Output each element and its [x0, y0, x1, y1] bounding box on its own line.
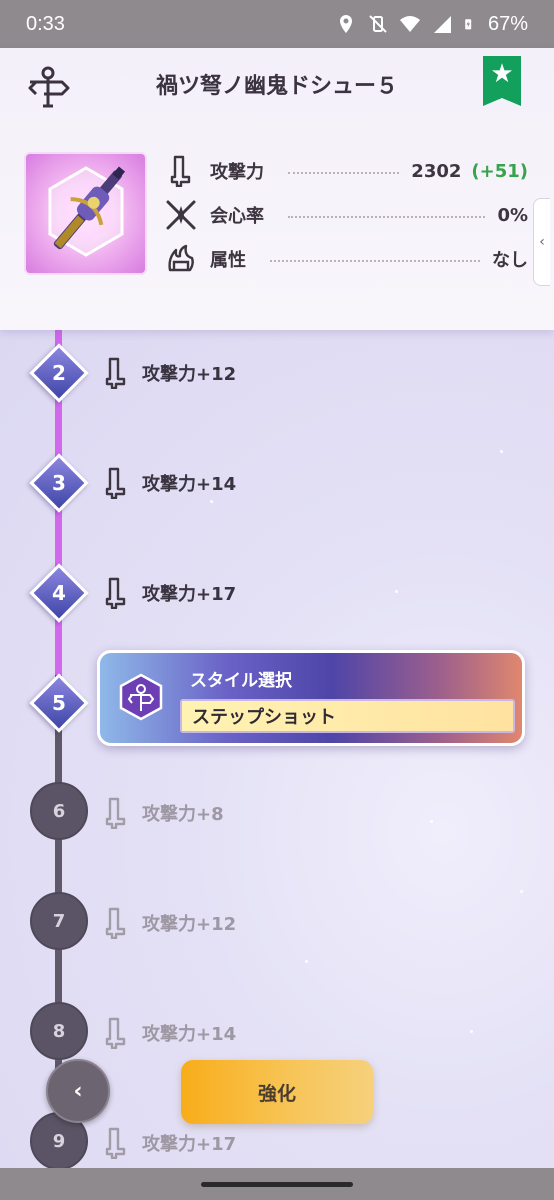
reward-label: 攻撃力+17: [142, 1134, 237, 1155]
signal-icon: [433, 16, 451, 33]
tree-reward: 攻撃力+12: [104, 355, 236, 391]
chevron-left-icon: ‹: [539, 234, 545, 250]
stat-label: 属性: [210, 250, 246, 271]
level-number: 2: [52, 361, 66, 385]
status-icons: 67%: [336, 13, 528, 36]
tree-reward: 攻撃力+12: [104, 905, 236, 941]
reward-label: 攻撃力+14: [142, 1024, 237, 1045]
wifi-icon: [399, 16, 420, 32]
reward-label: 攻撃力+14: [142, 474, 237, 495]
star-icon: ★: [490, 59, 514, 89]
stat-value: なし: [492, 250, 528, 271]
tree-reward: 攻撃力+14: [104, 1015, 236, 1051]
weapon-image: [24, 152, 147, 275]
guide-button[interactable]: [22, 62, 74, 110]
style-selected-value[interactable]: ステップショット: [180, 699, 515, 733]
tree-reward: 攻撃力+8: [104, 795, 224, 831]
weapon-header: 禍ツ弩ノ幽鬼ドシュー５ ★ 攻撃力 2302 (+51) 会心率 0% 属性 な…: [0, 48, 554, 330]
level-node-locked[interactable]: 8: [30, 1002, 88, 1060]
level-node-locked[interactable]: 6: [30, 782, 88, 840]
side-panel-tab[interactable]: ‹: [533, 198, 550, 286]
style-select-title: スタイル選択: [190, 671, 292, 691]
stat-bonus: (+51): [471, 160, 528, 182]
stat-leader-dots: [288, 172, 400, 174]
stat-leader-dots: [270, 260, 480, 262]
crossbow-weapon-icon: [48, 166, 126, 257]
reward-label: 攻撃力+8: [142, 804, 224, 825]
status-bar: 0:33 67%: [0, 0, 554, 48]
status-time: 0:33: [26, 12, 65, 35]
home-gesture-pill[interactable]: [201, 1181, 353, 1187]
attack-icon: [105, 357, 126, 389]
enhance-button[interactable]: 強化: [181, 1060, 373, 1124]
title-bar: 禍ツ弩ノ幽鬼ドシュー５ ★: [0, 48, 554, 123]
attack-icon: [105, 467, 126, 499]
stat-leader-dots: [288, 216, 486, 218]
stat-label: 会心率: [210, 206, 264, 227]
attack-icon: [105, 907, 126, 939]
tree-reward: 攻撃力+17: [104, 1125, 236, 1161]
tree-reward: 攻撃力+17: [104, 575, 236, 611]
reward-label: 攻撃力+12: [142, 364, 237, 385]
favorite-button[interactable]: ★: [483, 56, 521, 106]
element-icon: [166, 242, 196, 276]
battery-percent: 67%: [487, 12, 528, 35]
attack-icon: [105, 1127, 126, 1159]
attack-icon: [105, 1017, 126, 1049]
vibrate-off-icon: [369, 15, 387, 33]
attack-icon: [105, 577, 126, 609]
level-node-locked[interactable]: 7: [30, 892, 88, 950]
page-title: 禍ツ弩ノ幽鬼ドシュー５: [155, 74, 398, 99]
back-button[interactable]: ‹: [46, 1059, 110, 1123]
stat-value: 0%: [497, 204, 528, 226]
signpost-icon: [28, 66, 70, 108]
critical-icon: [166, 198, 196, 232]
location-icon: [339, 15, 352, 33]
stat-attack: 攻撃力 2302 (+51): [166, 151, 528, 191]
chevron-left-icon: ‹: [73, 1078, 83, 1104]
stat-label: 攻撃力: [210, 162, 264, 183]
tree-reward: 攻撃力+14: [104, 465, 236, 501]
battery-charging-icon: [465, 19, 472, 30]
reward-label: 攻撃力+17: [142, 584, 237, 605]
stat-element: 属性 なし: [166, 239, 528, 279]
level-number: 3: [52, 471, 66, 495]
attack-icon: [105, 797, 126, 829]
stat-critical: 会心率 0%: [166, 195, 528, 235]
stat-value: 2302: [411, 160, 462, 182]
upgrade-tree[interactable]: 2 攻撃力+12 3 攻撃力+14 4 攻撃力+17 5 スタイル選択 ステップ…: [0, 330, 554, 1168]
style-select-card[interactable]: スタイル選択 ステップショット: [97, 650, 525, 746]
level-number: 5: [52, 691, 66, 715]
level-number: 4: [52, 581, 66, 605]
style-emblem-icon: [118, 673, 164, 721]
reward-label: 攻撃力+12: [142, 914, 237, 935]
attack-icon: [166, 154, 196, 188]
system-nav-bar: [0, 1168, 554, 1200]
